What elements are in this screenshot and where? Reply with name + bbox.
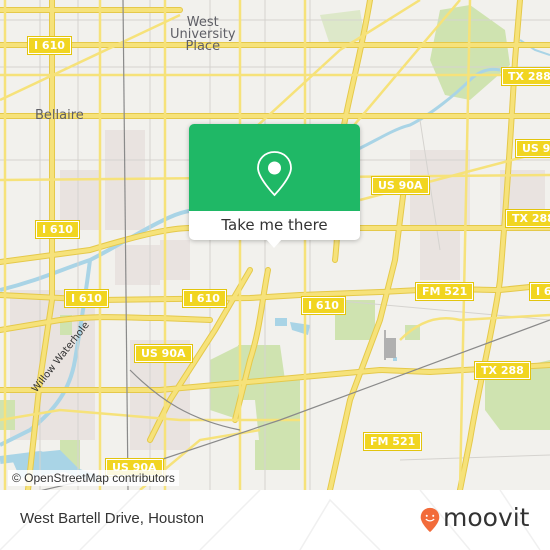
- highway-shield: TX 288: [505, 209, 550, 228]
- address-title: West Bartell Drive, Houston: [20, 510, 204, 527]
- highway-shield: FM 521: [362, 432, 423, 451]
- location-pin-icon: [257, 151, 292, 197]
- highway-shield: I 610: [301, 296, 346, 315]
- popup-header: [189, 124, 360, 211]
- highway-shield: FM 521: [414, 282, 475, 301]
- highway-shield: US 90A: [371, 176, 430, 195]
- highway-shield: I 610: [35, 220, 80, 239]
- take-me-there-button[interactable]: Take me there: [189, 211, 360, 240]
- highway-shield: I 610: [182, 289, 227, 308]
- place-label-bellaire: Bellaire: [35, 108, 84, 123]
- highway-shield: US 90: [515, 139, 550, 158]
- highway-shield: I 610: [529, 282, 550, 301]
- highway-shield: US 90A: [134, 344, 193, 363]
- highway-shield: TX 288: [501, 67, 550, 86]
- moovit-wordmark: moovit: [443, 503, 530, 532]
- moovit-logo-icon: [420, 507, 440, 533]
- destination-popup: Take me there: [189, 124, 360, 248]
- popup-pointer: [265, 238, 283, 248]
- map-attribution[interactable]: © OpenStreetMap contributors: [8, 470, 179, 486]
- place-label-west-university: West University Place: [170, 16, 236, 54]
- highway-shield: I 610: [27, 36, 72, 55]
- rail-yard: [384, 338, 396, 358]
- highway-shield: I 610: [64, 289, 109, 308]
- place-label-line: Place: [185, 39, 221, 54]
- highway-shield: TX 288: [474, 361, 531, 380]
